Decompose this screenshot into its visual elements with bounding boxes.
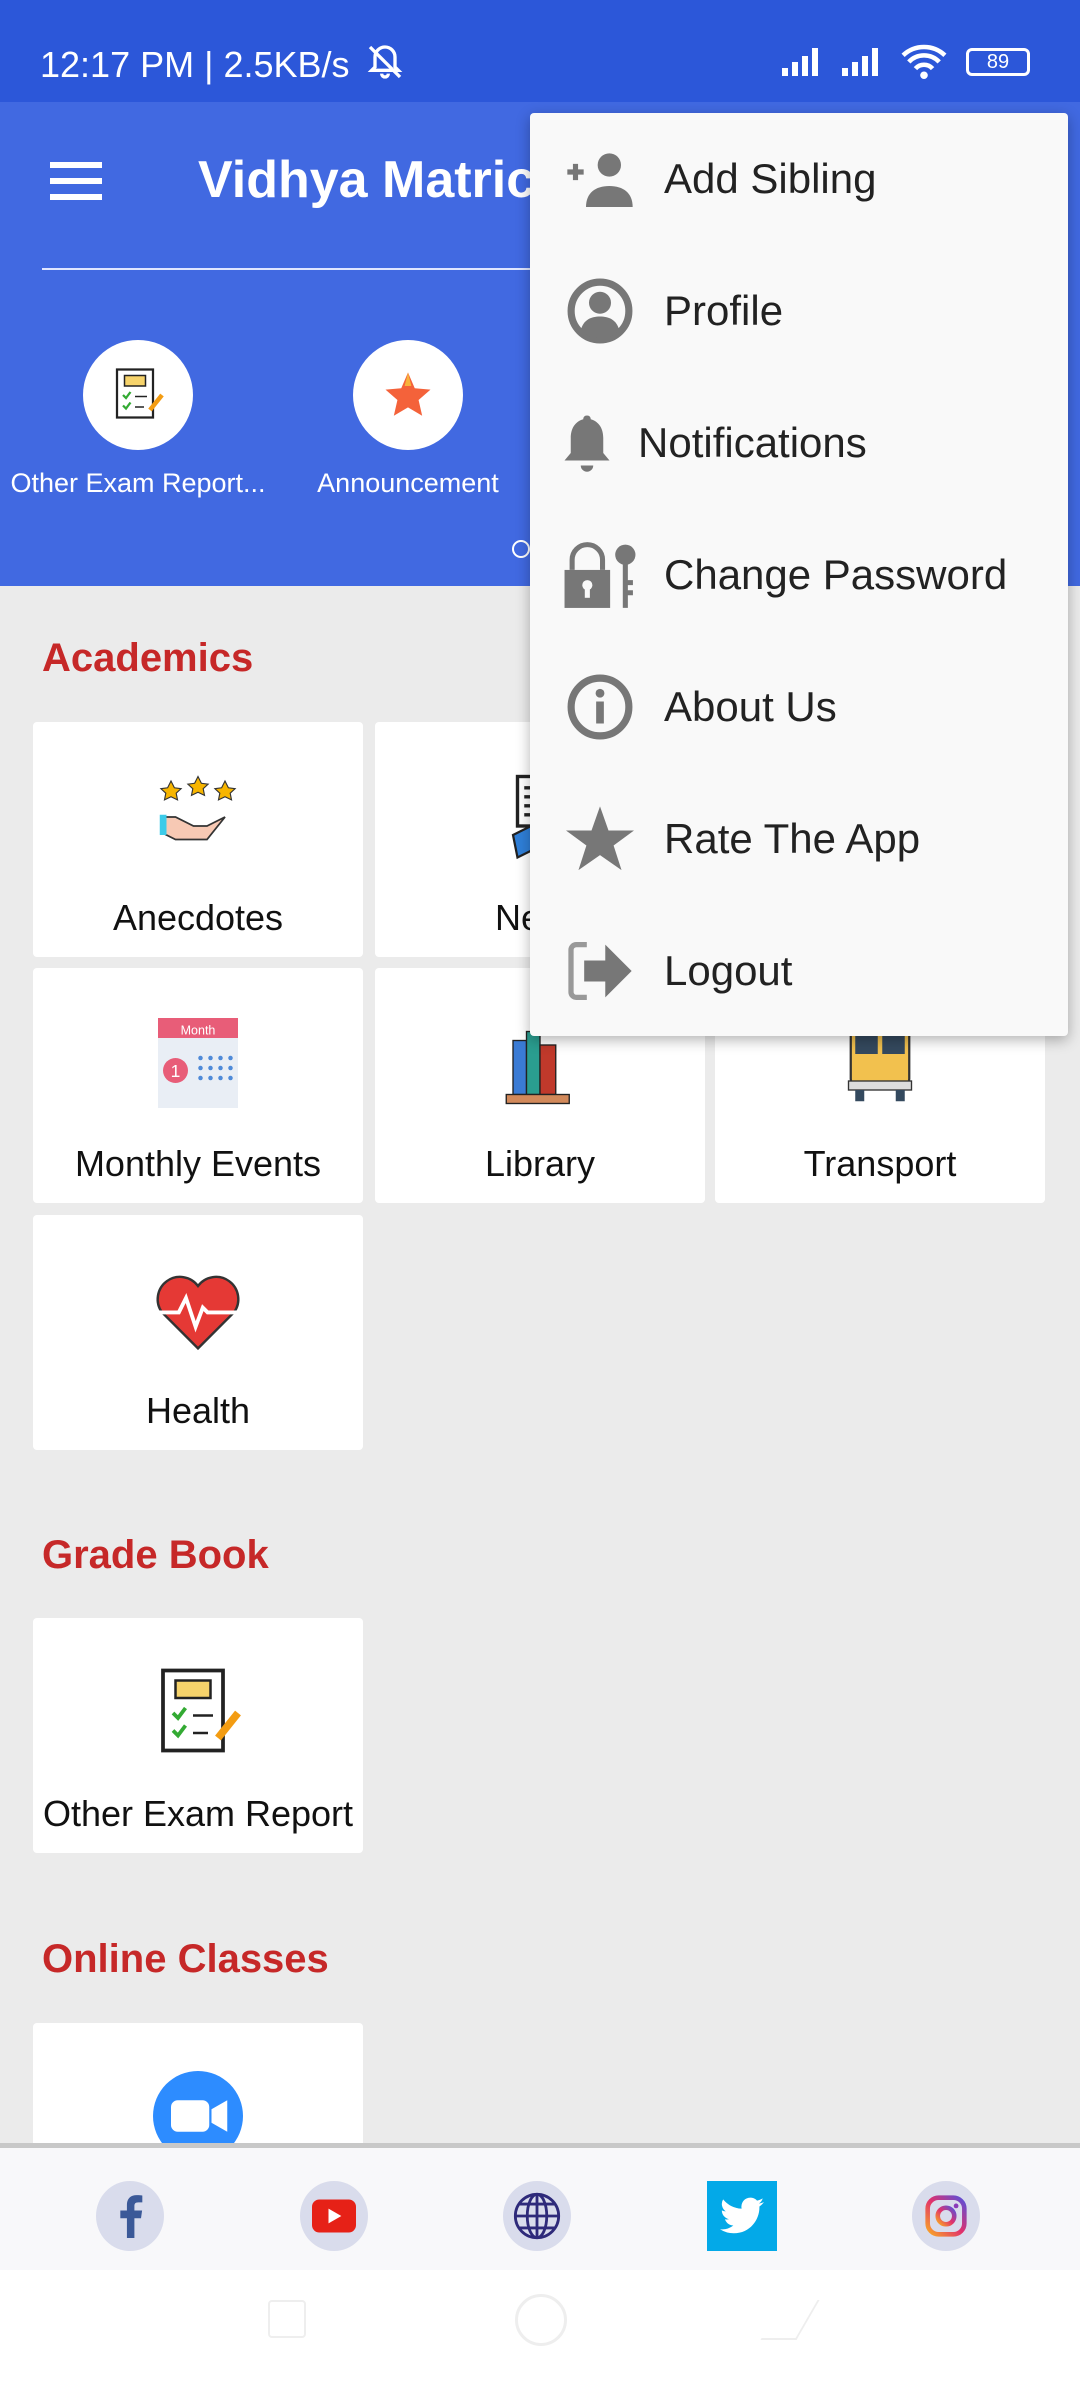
- menu-item-label: Notifications: [638, 419, 867, 466]
- svg-text:Month: Month: [181, 1023, 216, 1037]
- battery-level: 89: [986, 51, 1010, 73]
- facebook-icon[interactable]: [96, 2181, 164, 2251]
- star-icon: [566, 806, 634, 871]
- exam-report-icon: [33, 1658, 363, 1768]
- add-person-icon: [567, 153, 633, 207]
- lock-key-icon: [564, 542, 636, 608]
- card-other-exam-report[interactable]: Other Exam Report: [33, 1618, 363, 1853]
- menu-item-label: Change Password: [664, 551, 1008, 598]
- quick-link-other-exam-report[interactable]: Other Exam Report...: [3, 340, 273, 499]
- menu-item-label: Rate The App: [664, 815, 921, 862]
- calendar-icon: Month 1: [33, 1008, 363, 1118]
- section-title-online-classes: Online Classes: [42, 1937, 329, 1981]
- card-label: Anecdotes: [112, 897, 284, 938]
- menu-item-logout[interactable]: Logout: [530, 905, 1068, 1037]
- bell-icon: [564, 415, 610, 472]
- social-bar: [0, 2143, 1080, 2270]
- recent-apps-button[interactable]: [268, 2300, 306, 2338]
- logout-icon: [568, 942, 632, 1000]
- card-label: Monthly Events: [74, 1143, 322, 1184]
- wifi-icon: [901, 44, 947, 80]
- carousel-dot[interactable]: [512, 540, 530, 558]
- back-button[interactable]: [760, 2300, 820, 2340]
- section-title-grade-book: Grade Book: [42, 1533, 269, 1577]
- quick-link-label: Other Exam Report...: [10, 468, 266, 498]
- zoom-video-icon: [153, 2071, 243, 2143]
- menu-item-rate-the-app[interactable]: Rate The App: [530, 773, 1068, 905]
- system-nav-bar: [0, 2270, 1080, 2400]
- menu-item-notifications[interactable]: Notifications: [530, 377, 1068, 509]
- menu-item-change-password[interactable]: Change Password: [530, 509, 1068, 641]
- card-label: Health: [145, 1390, 251, 1431]
- menu-item-profile[interactable]: Profile: [530, 245, 1068, 377]
- menu-item-label: Profile: [664, 287, 784, 334]
- app-title: Vidhya Matric: [198, 151, 536, 209]
- menu-item-label: Add Sibling: [664, 155, 877, 202]
- status-time: 12:17 PM | 2.5KB/s: [40, 44, 350, 85]
- section-title-academics: Academics: [42, 636, 254, 680]
- profile-icon: [567, 278, 633, 344]
- home-button[interactable]: [515, 2294, 567, 2346]
- overflow-menu: Add Sibling Profile Notifications Change…: [530, 113, 1068, 1036]
- signal-icon: [782, 48, 818, 76]
- menu-item-add-sibling[interactable]: Add Sibling: [530, 113, 1068, 245]
- muted-bell-icon: [367, 45, 403, 79]
- youtube-icon[interactable]: [300, 2181, 368, 2251]
- card-anecdotes[interactable]: Anecdotes: [33, 722, 363, 957]
- anecdotes-icon: [33, 762, 363, 872]
- card-label: Other Exam Report: [42, 1793, 354, 1834]
- website-globe-icon[interactable]: [503, 2181, 571, 2251]
- announcement-star-icon: [353, 340, 463, 450]
- svg-text:1: 1: [171, 1061, 181, 1081]
- menu-item-label: About Us: [664, 683, 837, 730]
- card-health[interactable]: Health: [33, 1215, 363, 1450]
- card-label: Transport: [803, 1143, 957, 1184]
- menu-item-about-us[interactable]: About Us: [530, 641, 1068, 773]
- status-bar: 12:17 PM | 2.5KB/s 89: [0, 0, 1080, 102]
- instagram-icon[interactable]: [912, 2181, 980, 2251]
- battery-icon: 89: [966, 48, 1030, 76]
- card-monthly-events[interactable]: Month 1 Monthly Events: [33, 968, 363, 1203]
- menu-item-label: Logout: [664, 947, 793, 994]
- card-label: Library: [484, 1143, 596, 1184]
- twitter-icon[interactable]: [707, 2181, 777, 2251]
- quick-link-announcement[interactable]: Announcement: [273, 340, 543, 499]
- quick-link-label: Announcement: [317, 468, 499, 498]
- info-icon: [567, 674, 633, 740]
- exam-report-icon: [83, 340, 193, 450]
- card-online-class[interactable]: [33, 2023, 363, 2143]
- hamburger-menu-icon[interactable]: [50, 162, 102, 200]
- health-heart-icon: [33, 1255, 363, 1365]
- signal-icon: [842, 48, 878, 76]
